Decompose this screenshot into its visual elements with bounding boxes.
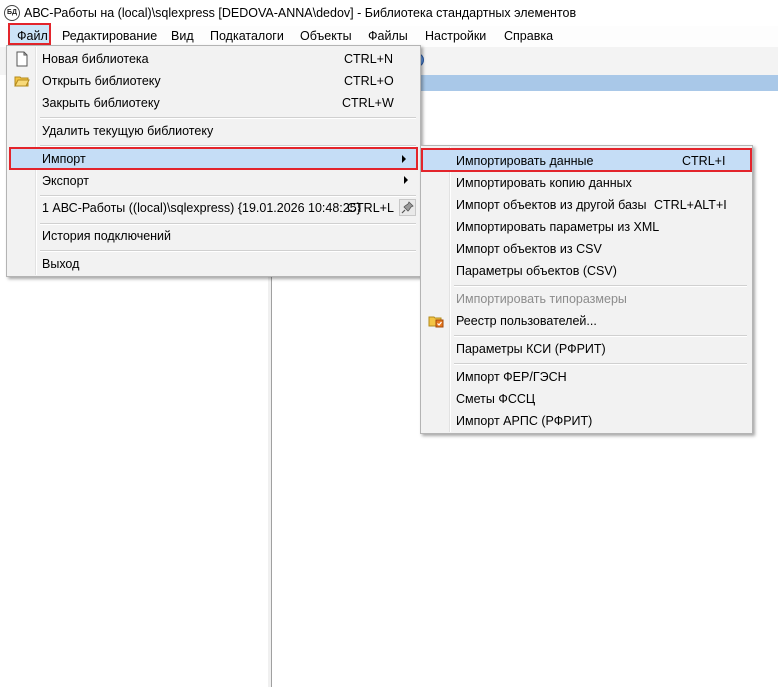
window-title: АВС-Работы на (local)\sqlexpress [DEDOVA… xyxy=(24,6,577,20)
menu-item-label: Открыть библиотеку xyxy=(42,74,161,88)
menu-item-label: Импортировать данные xyxy=(456,154,594,168)
menu-item-label: Экспорт xyxy=(42,174,89,188)
shortcut-label: CTRL+ALT+I xyxy=(654,198,727,212)
menu-item-import-data[interactable]: Импортировать данные CTRL+I xyxy=(421,148,752,172)
menu-item-label: Импорт АРПС (РФРИТ) xyxy=(456,414,593,428)
menu-item-import-params-xml[interactable]: Импортировать параметры из XML xyxy=(423,216,750,238)
menu-item-label: Новая библиотека xyxy=(42,52,149,66)
shortcut-label: CTRL+W xyxy=(342,96,394,110)
menu-item-connection-history[interactable]: История подключений xyxy=(9,225,418,247)
menu-item-import-fer-gesn[interactable]: Импорт ФЕР/ГЭСН xyxy=(423,366,750,388)
pin-icon[interactable] xyxy=(399,199,416,216)
import-submenu: Импортировать данные CTRL+I Импортироват… xyxy=(420,145,753,434)
menu-item-import-arps[interactable]: Импорт АРПС (РФРИТ) xyxy=(423,410,750,432)
menu-item-label: Импорт объектов из CSV xyxy=(456,242,602,256)
menu-item-label: Параметры КСИ (РФРИТ) xyxy=(456,342,606,356)
menu-files[interactable]: Файлы xyxy=(368,29,408,45)
submenu-arrow-icon xyxy=(404,176,408,184)
menu-separator xyxy=(454,285,747,287)
app-icon: БД xyxy=(4,5,20,21)
menu-item-label: Сметы ФССЦ xyxy=(456,392,536,406)
menu-separator xyxy=(40,250,416,252)
menu-view[interactable]: Вид xyxy=(171,29,194,45)
shortcut-label: CTRL+O xyxy=(344,74,394,88)
menu-objects[interactable]: Объекты xyxy=(300,29,352,45)
menu-help[interactable]: Справка xyxy=(504,29,553,45)
menu-item-label: Импортировать параметры из XML xyxy=(456,220,660,234)
menu-separator xyxy=(40,117,416,119)
menu-item-label: Удалить текущую библиотеку xyxy=(42,124,214,138)
menu-item-import-from-other-db[interactable]: Импорт объектов из другой базы CTRL+ALT+… xyxy=(423,194,750,216)
menu-item-label: Закрыть библиотеку xyxy=(42,96,160,110)
user-registry-icon xyxy=(428,313,444,329)
submenu-arrow-icon xyxy=(402,155,406,163)
menu-item-user-registry[interactable]: Реестр пользователей... xyxy=(423,310,750,332)
shortcut-label: CTRL+I xyxy=(682,154,726,168)
menu-item-label: Импорт объектов из другой базы xyxy=(456,198,647,212)
menu-item-label: Импорт ФЕР/ГЭСН xyxy=(456,370,567,384)
menu-settings[interactable]: Настройки xyxy=(425,29,486,45)
menu-separator xyxy=(454,363,747,365)
menu-edit[interactable]: Редактирование xyxy=(62,29,157,45)
menu-item-label: История подключений xyxy=(42,229,172,243)
menu-item-import-sizes: Импортировать типоразмеры xyxy=(423,288,750,310)
menu-item-exit[interactable]: Выход xyxy=(9,253,418,275)
menu-item-label: 1 АВС-Работы ((local)\sqlexpress) {19.01… xyxy=(42,201,361,215)
menu-item-recent-connection[interactable]: 1 АВС-Работы ((local)\sqlexpress) {19.01… xyxy=(9,197,418,219)
menu-item-import-objects-csv[interactable]: Импорт объектов из CSV xyxy=(423,238,750,260)
menu-item-import-data-copy[interactable]: Импортировать копию данных xyxy=(423,172,750,194)
menu-item-ksi-params[interactable]: Параметры КСИ (РФРИТ) xyxy=(423,338,750,360)
shortcut-label: CTRL+N xyxy=(344,52,393,66)
file-menu: Новая библиотека CTRL+N Открыть библиоте… xyxy=(6,45,421,277)
shortcut-label: CTRL+L xyxy=(347,201,394,215)
new-document-icon xyxy=(14,51,30,67)
menu-item-label: Выход xyxy=(42,257,80,271)
menu-item-label: Параметры объектов (CSV) xyxy=(456,264,617,278)
menu-item-close-library[interactable]: Закрыть библиотеку CTRL+W xyxy=(9,92,418,114)
menu-separator xyxy=(454,335,747,337)
menu-item-label: Импортировать типоразмеры xyxy=(456,292,627,306)
open-folder-icon xyxy=(14,73,30,89)
menu-bar: Редактирование Вид Подкаталоги Объекты Ф… xyxy=(0,26,778,47)
menu-item-new-library[interactable]: Новая библиотека CTRL+N xyxy=(9,48,418,70)
menu-item-label: Реестр пользователей... xyxy=(456,314,597,328)
menu-item-label: Импортировать копию данных xyxy=(456,176,632,190)
menu-file[interactable]: Файл xyxy=(8,23,51,45)
menu-subcatalogs[interactable]: Подкаталоги xyxy=(210,29,284,45)
menu-item-import[interactable]: Импорт xyxy=(9,147,418,170)
menu-item-label: Импорт xyxy=(42,152,86,166)
menu-item-delete-library[interactable]: Удалить текущую библиотеку xyxy=(9,120,418,142)
title-bar: БД АВС-Работы на (local)\sqlexpress [DED… xyxy=(0,0,778,26)
menu-item-export[interactable]: Экспорт xyxy=(9,170,418,192)
menu-item-object-params-csv[interactable]: Параметры объектов (CSV) xyxy=(423,260,750,282)
menu-item-open-library[interactable]: Открыть библиотеку CTRL+O xyxy=(9,70,418,92)
menu-item-fssc-estimates[interactable]: Сметы ФССЦ xyxy=(423,388,750,410)
